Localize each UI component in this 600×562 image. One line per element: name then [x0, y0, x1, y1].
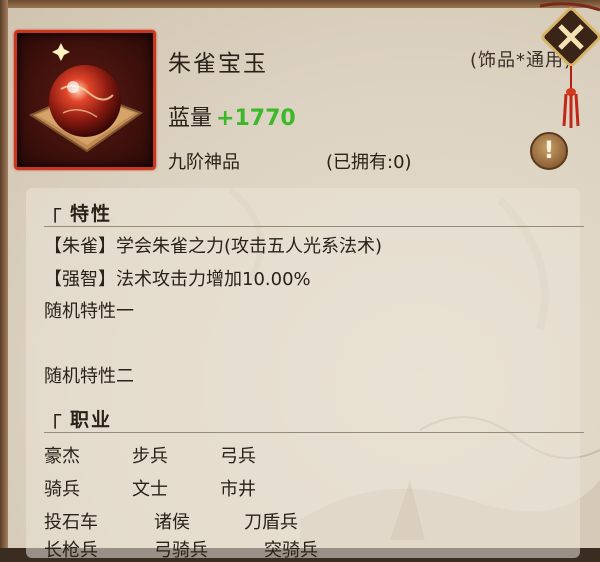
trait-line: 【强智】法术攻击力增加10.00%: [44, 269, 311, 290]
item-stat: 蓝量 +1770: [168, 100, 296, 132]
item-tooltip-panel: 朱雀宝玉 (饰品*通用) 蓝量 +1770 九阶神品 (已拥有:0) ! 「 特性…: [0, 0, 600, 561]
job-item: 诸侯: [154, 512, 190, 533]
traits-divider: [44, 226, 584, 227]
section-mark-traits: 「: [40, 208, 63, 233]
job-item: 长枪兵: [44, 540, 98, 561]
job-item: 豪杰: [44, 446, 80, 467]
job-item: 市井: [220, 479, 256, 500]
job-item: 弓兵: [220, 446, 256, 467]
job-item: 刀盾兵: [244, 512, 298, 533]
job-item: 投石车: [44, 512, 98, 533]
item-name: 朱雀宝玉: [168, 51, 268, 77]
item-quality: 九阶神品: [168, 152, 240, 173]
traits-title: 特性: [70, 203, 113, 225]
job-item: 文士: [132, 479, 168, 500]
trait-line: 随机特性一: [44, 301, 134, 322]
item-owned-count: (已拥有:0): [326, 152, 412, 173]
jobs-title: 职业: [70, 409, 113, 431]
stat-label: 蓝量: [168, 106, 213, 131]
job-item: 步兵: [132, 446, 168, 467]
item-icon-frame: [14, 30, 156, 170]
jobs-divider: [44, 432, 584, 433]
stat-value: +1770: [216, 106, 296, 131]
close-button[interactable]: [540, 0, 600, 130]
panel-left-border: [0, 0, 8, 548]
job-item: 弓骑兵: [154, 540, 208, 561]
item-orb-icon: [28, 43, 144, 153]
job-item: 突骑兵: [264, 540, 318, 561]
panel-top-border: [0, 0, 600, 8]
job-item: 骑兵: [44, 479, 80, 500]
trait-line: 随机特性二: [44, 366, 134, 387]
trait-line: 【朱雀】学会朱雀之力(攻击五人光系法术): [44, 236, 383, 257]
info-button[interactable]: !: [530, 132, 568, 170]
info-icon: !: [543, 136, 555, 164]
section-mark-jobs: 「: [40, 414, 63, 439]
